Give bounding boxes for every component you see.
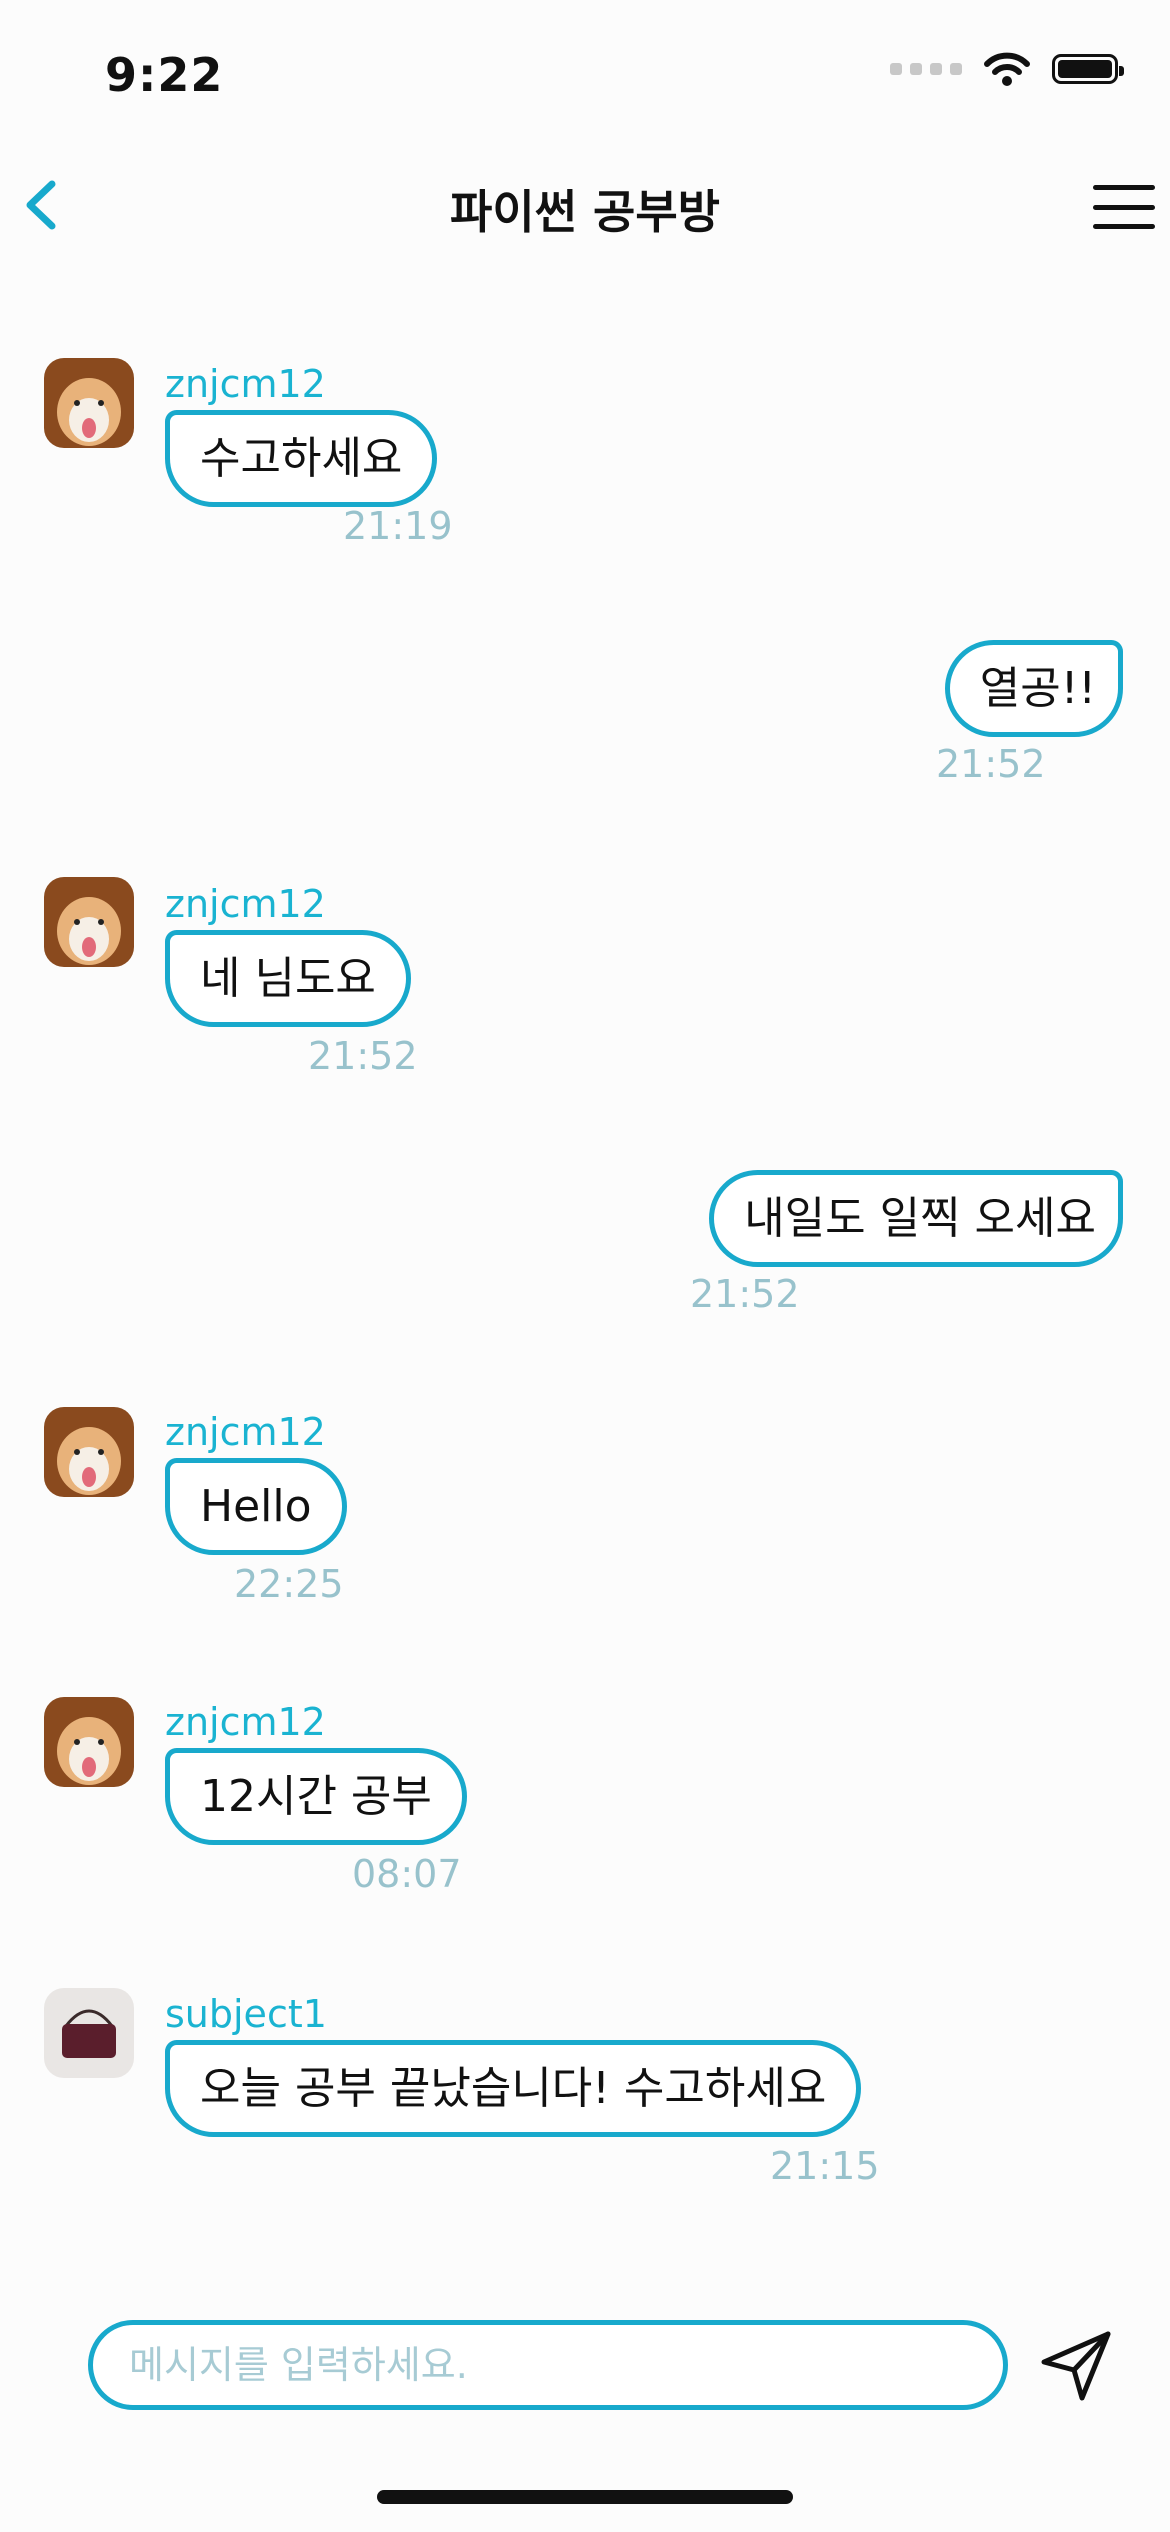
home-indicator (377, 2490, 793, 2504)
cellular-signal-icon (890, 63, 962, 75)
status-time: 9:22 (105, 48, 224, 102)
message-sender: znjcm12 (165, 1410, 326, 1454)
message-time: 22:25 (234, 1562, 344, 1606)
message-bubble-outgoing[interactable]: 열공!! (944, 640, 1123, 737)
avatar-shiba-dog[interactable] (44, 1407, 134, 1497)
send-icon[interactable] (1038, 2328, 1114, 2404)
battery-icon (1052, 54, 1124, 84)
message-bubble-incoming[interactable]: 네 님도요 (165, 930, 411, 1027)
menu-icon[interactable] (1093, 185, 1155, 229)
message-time: 21:19 (343, 504, 453, 548)
message-time: 21:52 (308, 1034, 418, 1078)
message-bubble-outgoing[interactable]: 내일도 일찍 오세요 (709, 1170, 1123, 1267)
message-sender: znjcm12 (165, 362, 326, 406)
message-sender: znjcm12 (165, 1700, 326, 1744)
message-bubble-incoming[interactable]: Hello (165, 1458, 347, 1555)
avatar-shiba-dog[interactable] (44, 358, 134, 448)
wifi-icon (984, 52, 1030, 86)
avatar-shiba-dog[interactable] (44, 877, 134, 967)
message-input[interactable]: 메시지를 입력하세요. (88, 2320, 1008, 2410)
message-time: 21:52 (690, 1272, 800, 1316)
message-time: 21:52 (936, 742, 1046, 786)
message-time: 08:07 (352, 1852, 462, 1896)
page-title: 파이썬 공부방 (450, 185, 720, 239)
message-time: 21:15 (770, 2144, 880, 2188)
status-icons (890, 52, 1124, 86)
message-bubble-incoming[interactable]: 오늘 공부 끝났습니다! 수고하세요 (165, 2040, 862, 2137)
avatar-handbag[interactable] (44, 1988, 134, 2078)
message-sender: znjcm12 (165, 882, 326, 926)
avatar-shiba-dog[interactable] (44, 1697, 134, 1787)
message-sender: subject1 (165, 1992, 327, 2036)
message-bubble-incoming[interactable]: 수고하세요 (165, 410, 438, 507)
message-bubble-incoming[interactable]: 12시간 공부 (165, 1748, 467, 1845)
